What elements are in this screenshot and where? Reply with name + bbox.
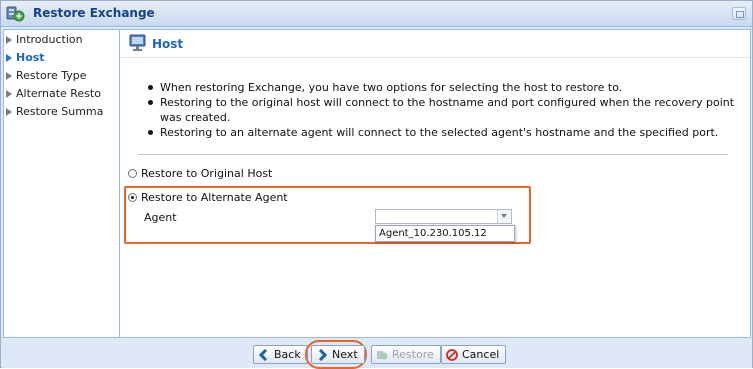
list-item: Restoring to the original host will conn…: [146, 95, 746, 125]
nav-item-label: Alternate Resto: [16, 87, 101, 100]
restore-label: Restore: [392, 348, 434, 361]
nav-item-label: Introduction: [16, 33, 83, 46]
nav-item-alternate-restore[interactable]: Alternate Resto: [4, 85, 119, 103]
arrow-right-icon: [6, 36, 12, 44]
monitor-icon: [128, 34, 148, 52]
radio-label: Restore to Original Host: [141, 167, 273, 180]
nav-item-label: Restore Summa: [16, 105, 104, 118]
cancel-icon: [446, 349, 458, 361]
radio-button-unchecked[interactable]: [128, 169, 137, 178]
nav-item-restore-summary[interactable]: Restore Summa: [4, 103, 119, 121]
arrow-right-icon: [6, 54, 12, 62]
nav-item-introduction[interactable]: Introduction: [4, 31, 119, 49]
wizard-nav: Introduction Host Restore Type Alternate…: [3, 29, 119, 338]
agent-label: Agent: [144, 211, 177, 224]
restore-icon: [376, 349, 388, 361]
arrow-left-icon: [258, 348, 270, 362]
divider: [138, 154, 728, 155]
radio-label: Restore to Alternate Agent: [141, 191, 288, 204]
nav-item-label: Host: [16, 51, 45, 64]
chevron-down-icon[interactable]: [497, 210, 511, 223]
footer-toolbar: Back Next Restore Cancel: [2, 339, 752, 369]
page-title: Host: [152, 37, 184, 51]
next-button[interactable]: Next: [311, 345, 365, 364]
back-button[interactable]: Back: [253, 345, 308, 364]
nav-item-label: Restore Type: [16, 69, 87, 82]
agent-dropdown-list: Agent_10.230.105.12: [375, 225, 515, 242]
restore-exchange-window: Restore Exchange Introduction Host Resto…: [0, 0, 753, 369]
nav-item-restore-type[interactable]: Restore Type: [4, 67, 119, 85]
section-header: Host: [120, 30, 750, 58]
arrow-right-icon: [316, 348, 328, 362]
window-title: Restore Exchange: [33, 6, 155, 20]
exchange-server-icon: [6, 5, 26, 23]
cancel-button[interactable]: Cancel: [441, 345, 507, 364]
dropdown-option[interactable]: Agent_10.230.105.12: [379, 227, 487, 241]
title-bar: Restore Exchange: [1, 1, 752, 27]
arrow-right-icon: [6, 72, 12, 80]
arrow-right-icon: [6, 90, 12, 98]
radio-button-checked[interactable]: [128, 193, 137, 202]
back-label: Back: [274, 348, 301, 361]
arrow-right-icon: [6, 108, 12, 116]
list-item: Restoring to an alternate agent will con…: [146, 125, 746, 140]
next-label: Next: [332, 348, 358, 361]
nav-item-host[interactable]: Host: [4, 49, 119, 67]
cancel-label: Cancel: [462, 348, 500, 361]
instructions-list: When restoring Exchange, you have two op…: [146, 80, 746, 140]
restore-window-button[interactable]: [732, 7, 746, 20]
main-panel: Host When restoring Exchange, you have t…: [119, 29, 751, 338]
list-item: When restoring Exchange, you have two op…: [146, 80, 746, 95]
agent-select[interactable]: [375, 209, 512, 224]
restore-button[interactable]: Restore: [371, 345, 441, 364]
